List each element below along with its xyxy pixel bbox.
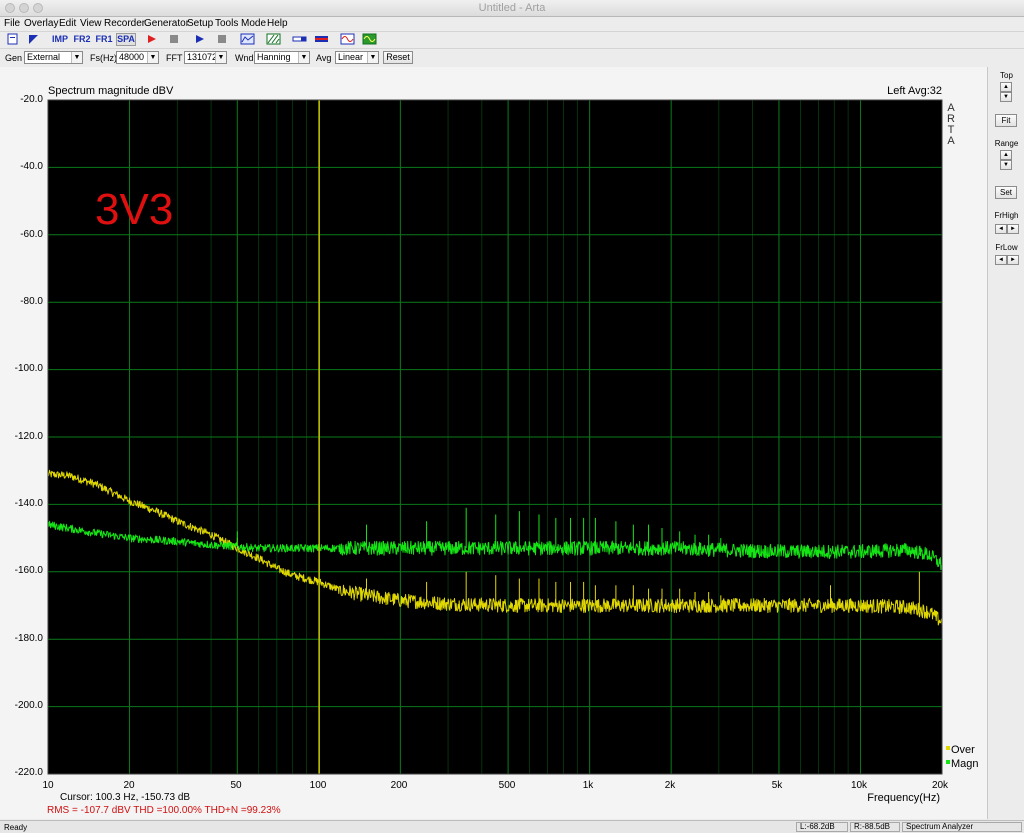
arta-watermark-letter: A <box>947 135 955 147</box>
spectrum-chart[interactable]: 3V3 A R T A Over Magn <box>0 0 1024 832</box>
range-down-button[interactable]: ▼ <box>1000 160 1012 170</box>
frlow-label: FrLow <box>995 243 1018 252</box>
mode-readout: Spectrum Analyzer <box>902 822 1022 832</box>
status-bar: Ready L:-68.2dB R:-88.5dB Spectrum Analy… <box>0 820 1024 833</box>
frhigh-right-button[interactable]: ► <box>1007 224 1019 234</box>
frhigh-left-button[interactable]: ◄ <box>995 224 1007 234</box>
frlow-right-button[interactable]: ► <box>1007 255 1019 265</box>
legend-label-over: Over <box>951 744 975 756</box>
left-level-readout: L:-68.2dB <box>796 822 848 832</box>
top-label: Top <box>1000 71 1013 80</box>
set-button[interactable]: Set <box>995 186 1017 199</box>
range-label: Range <box>994 139 1019 148</box>
legend-swatch-magn <box>946 760 950 764</box>
frhigh-label: FrHigh <box>994 211 1019 220</box>
legend-swatch-over <box>946 746 950 750</box>
fit-button[interactable]: Fit <box>995 114 1017 127</box>
ready-status: Ready <box>4 823 28 832</box>
frlow-left-button[interactable]: ◄ <box>995 255 1007 265</box>
legend-label-magn: Magn <box>951 758 979 770</box>
range-up-button[interactable]: ▲ <box>1000 150 1012 160</box>
top-down-button[interactable]: ▼ <box>1000 92 1012 102</box>
right-control-panel: Top ▲ ▼ Fit Range ▲ ▼ Set FrHigh ◄ ► FrL… <box>989 67 1024 819</box>
plot-annotation: 3V3 <box>95 185 173 234</box>
top-up-button[interactable]: ▲ <box>1000 82 1012 92</box>
right-level-readout: R:-88.5dB <box>850 822 900 832</box>
